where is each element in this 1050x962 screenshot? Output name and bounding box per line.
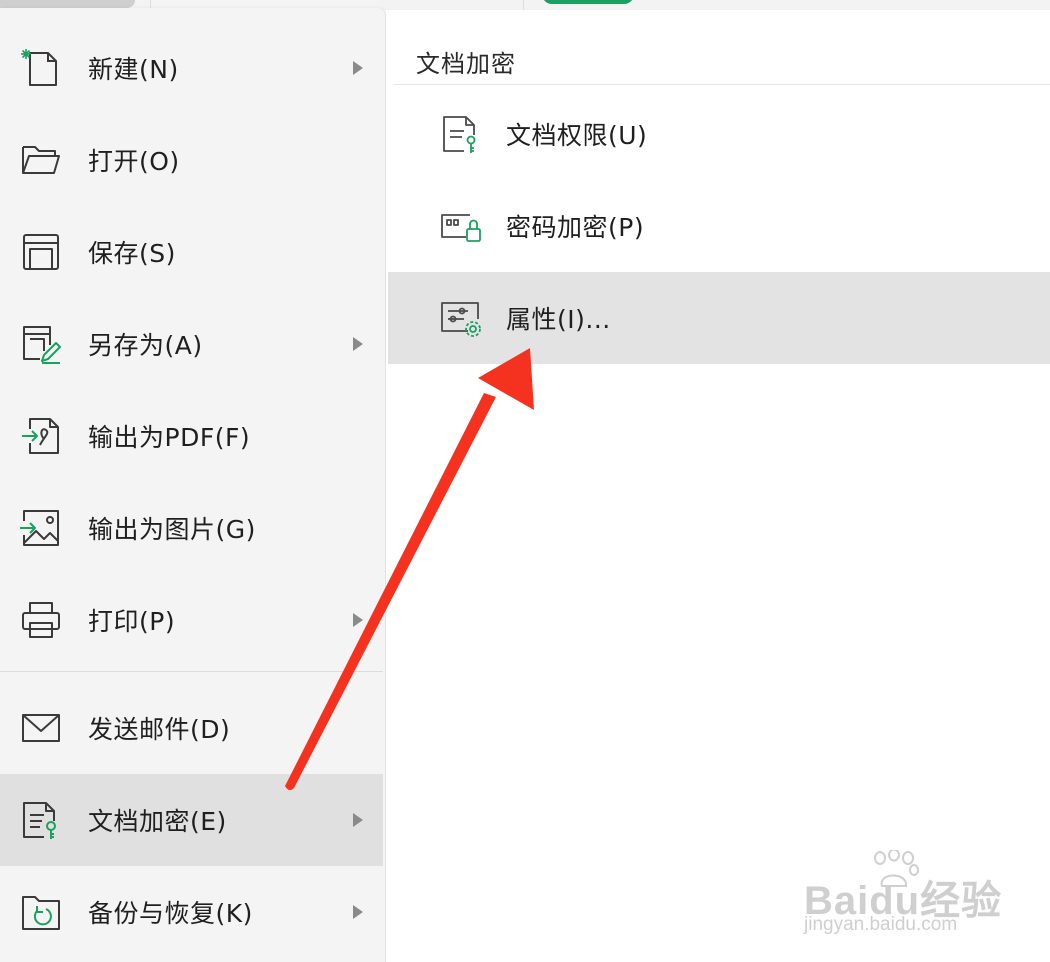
document-permission-icon (440, 113, 482, 155)
new-file-icon (20, 47, 62, 89)
menu-item-label: 输出为图片(G) (88, 515, 256, 544)
menu-item-new[interactable]: 新建(N) (0, 22, 383, 114)
menu-item-label: 备份与恢复(K) (88, 899, 253, 928)
menu-item-label: 新建(N) (88, 55, 179, 84)
menu-item-export-pdf[interactable]: 输出为PDF(F) (0, 390, 383, 482)
menu-item-backup-restore[interactable]: 备份与恢复(K) (0, 866, 383, 958)
submenu-arrow-icon (353, 905, 363, 919)
save-as-icon (20, 323, 62, 365)
submenu-item-label: 属性(I)... (506, 305, 611, 334)
toolbar-divider (523, 0, 524, 10)
menu-item-open[interactable]: 打开(O) (0, 114, 383, 206)
submenu-arrow-icon (353, 337, 363, 351)
menu-item-label: 另存为(A) (88, 331, 203, 360)
export-image-icon (20, 507, 62, 549)
document-encrypt-submenu: 文档加密 文档权限(U) 密码加密(P) 属性(I)... (386, 10, 1050, 962)
menu-item-send-mail[interactable]: 发送邮件(D) (0, 682, 383, 774)
backup-restore-icon (20, 891, 62, 933)
submenu-divider (394, 84, 1050, 85)
submenu-item-label: 文档权限(U) (506, 121, 648, 150)
properties-settings-icon (440, 297, 482, 339)
menu-item-export-image[interactable]: 输出为图片(G) (0, 482, 383, 574)
folder-open-icon (20, 139, 62, 181)
submenu-arrow-icon (353, 61, 363, 75)
printer-icon (20, 599, 62, 641)
password-lock-icon (440, 205, 482, 247)
document-encrypt-icon (20, 799, 62, 841)
submenu-item-properties[interactable]: 属性(I)... (388, 272, 1050, 364)
submenu-arrow-icon (353, 613, 363, 627)
file-menu: 新建(N) 打开(O) 保存(S) 另存为(A) 输出为PDF(F) 输出为图片… (0, 8, 386, 962)
menu-item-label: 保存(S) (88, 239, 176, 268)
green-toolbar-button[interactable] (542, 0, 634, 4)
menu-item-print[interactable]: 打印(P) (0, 574, 383, 666)
submenu-item-label: 密码加密(P) (506, 213, 645, 242)
submenu-title: 文档加密 (416, 50, 516, 78)
submenu-item-password-encrypt[interactable]: 密码加密(P) (388, 180, 1050, 272)
menu-item-document-encrypt[interactable]: 文档加密(E) (0, 774, 383, 866)
mail-icon (20, 707, 62, 749)
submenu-arrow-icon (353, 813, 363, 827)
menu-item-label: 打开(O) (88, 147, 180, 176)
submenu-item-document-permission[interactable]: 文档权限(U) (388, 88, 1050, 180)
menu-item-label: 输出为PDF(F) (88, 423, 251, 452)
menu-separator (0, 671, 383, 672)
menu-item-label: 发送邮件(D) (88, 715, 231, 744)
menu-item-save-as[interactable]: 另存为(A) (0, 298, 383, 390)
document-tab[interactable] (0, 0, 135, 8)
menu-item-save[interactable]: 保存(S) (0, 206, 383, 298)
export-pdf-icon (20, 415, 62, 457)
menu-item-label: 打印(P) (88, 607, 176, 636)
menu-item-label: 文档加密(E) (88, 807, 227, 836)
save-icon (20, 231, 62, 273)
